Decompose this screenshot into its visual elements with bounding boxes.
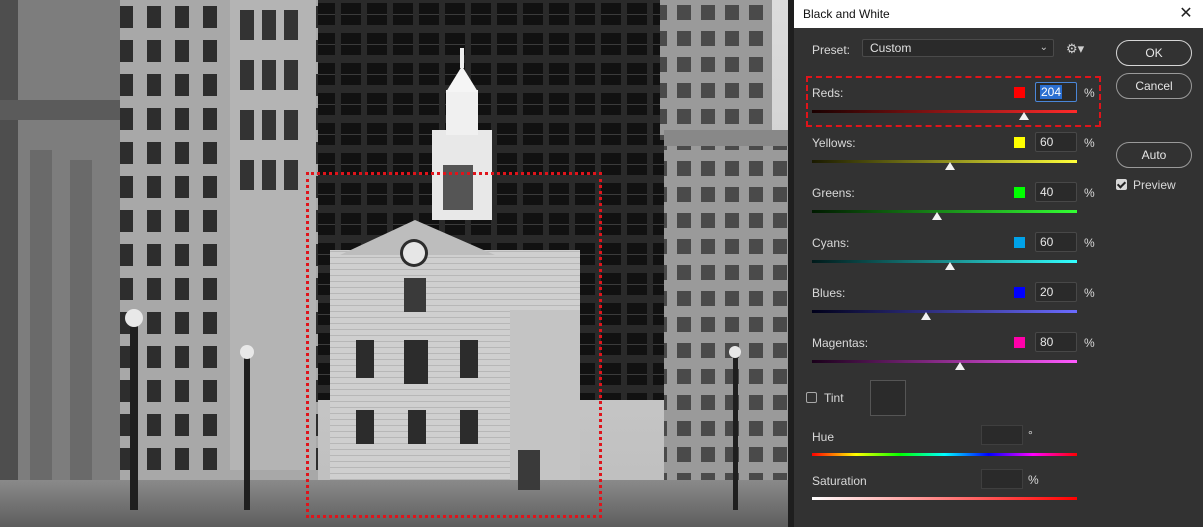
slider-thumb-reds[interactable]	[1019, 112, 1029, 120]
swatch-reds	[1014, 87, 1025, 98]
unit-magentas: %	[1084, 336, 1095, 350]
value-field-magentas[interactable]: 80	[1035, 332, 1077, 352]
tint-checkbox[interactable]	[806, 392, 817, 403]
tint-label: Tint	[824, 391, 844, 405]
hue-track[interactable]	[812, 453, 1077, 456]
swatch-blues	[1014, 287, 1025, 298]
slider-track-blues[interactable]	[812, 310, 1077, 313]
photo-selection-highlight	[306, 172, 602, 518]
gear-icon[interactable]: ⚙▾	[1066, 41, 1084, 57]
chevron-down-icon: ⌄	[1039, 42, 1048, 53]
swatch-greens	[1014, 187, 1025, 198]
slider-thumb-yellows[interactable]	[944, 162, 955, 170]
black-and-white-dialog: Black and White ✕ Preset: Custom ⌄ ⚙▾ OK…	[794, 0, 1203, 527]
close-icon[interactable]: ✕	[1173, 2, 1199, 26]
hue-label: Hue	[812, 430, 835, 444]
preset-value: Custom	[870, 41, 912, 55]
slider-thumb-blues[interactable]	[920, 312, 931, 320]
hue-field[interactable]	[981, 425, 1023, 445]
swatch-yellows	[1014, 137, 1025, 148]
slider-thumb-greens[interactable]	[931, 212, 942, 220]
value-field-greens[interactable]: 40	[1035, 182, 1077, 202]
dialog-title: Black and White	[803, 7, 890, 21]
value-text-reds: 204	[1040, 85, 1063, 99]
preview-label: Preview	[1133, 178, 1176, 192]
saturation-track[interactable]	[812, 497, 1077, 500]
slider-label-cyans: Cyans:	[812, 236, 850, 250]
slider-label-blues: Blues:	[812, 286, 846, 300]
slider-label-reds: Reds:	[812, 86, 844, 100]
value-text-blues: 20	[1040, 285, 1054, 299]
cancel-button[interactable]: Cancel	[1116, 73, 1192, 99]
slider-label-magentas: Magentas:	[812, 336, 869, 350]
saturation-label: Saturation	[812, 474, 867, 488]
preset-label: Preset:	[812, 43, 851, 57]
dialog-titlebar: Black and White ✕	[794, 0, 1203, 28]
unit-blues: %	[1084, 286, 1095, 300]
slider-track-greens[interactable]	[812, 210, 1077, 213]
unit-yellows: %	[1084, 136, 1095, 150]
slider-track-reds[interactable]	[812, 110, 1077, 113]
swatch-magentas	[1014, 337, 1025, 348]
unit-greens: %	[1084, 186, 1095, 200]
slider-track-magentas[interactable]	[812, 360, 1077, 363]
value-text-greens: 40	[1040, 185, 1054, 199]
slider-thumb-magentas[interactable]	[955, 362, 966, 370]
value-text-magentas: 80	[1040, 335, 1054, 349]
preset-dropdown[interactable]: Custom ⌄	[862, 39, 1054, 57]
value-text-yellows: 60	[1040, 135, 1054, 149]
slider-label-greens: Greens:	[812, 186, 855, 200]
value-field-reds[interactable]: 204	[1035, 82, 1077, 102]
swatch-cyans	[1014, 237, 1025, 248]
preview-checkbox[interactable]	[1116, 179, 1127, 190]
value-field-cyans[interactable]: 60	[1035, 232, 1077, 252]
saturation-field[interactable]	[981, 469, 1023, 489]
auto-button[interactable]: Auto	[1116, 142, 1192, 168]
unit-cyans: %	[1084, 236, 1095, 250]
slider-thumb-cyans[interactable]	[944, 262, 955, 270]
slider-label-yellows: Yellows:	[812, 136, 856, 150]
ok-button[interactable]: OK	[1116, 40, 1192, 66]
hue-unit: °	[1028, 428, 1033, 442]
photo-canvas	[0, 0, 788, 527]
value-field-blues[interactable]: 20	[1035, 282, 1077, 302]
unit-reds: %	[1084, 86, 1095, 100]
tint-color-swatch[interactable]	[870, 380, 906, 416]
value-field-yellows[interactable]: 60	[1035, 132, 1077, 152]
saturation-unit: %	[1028, 473, 1039, 487]
value-text-cyans: 60	[1040, 235, 1054, 249]
